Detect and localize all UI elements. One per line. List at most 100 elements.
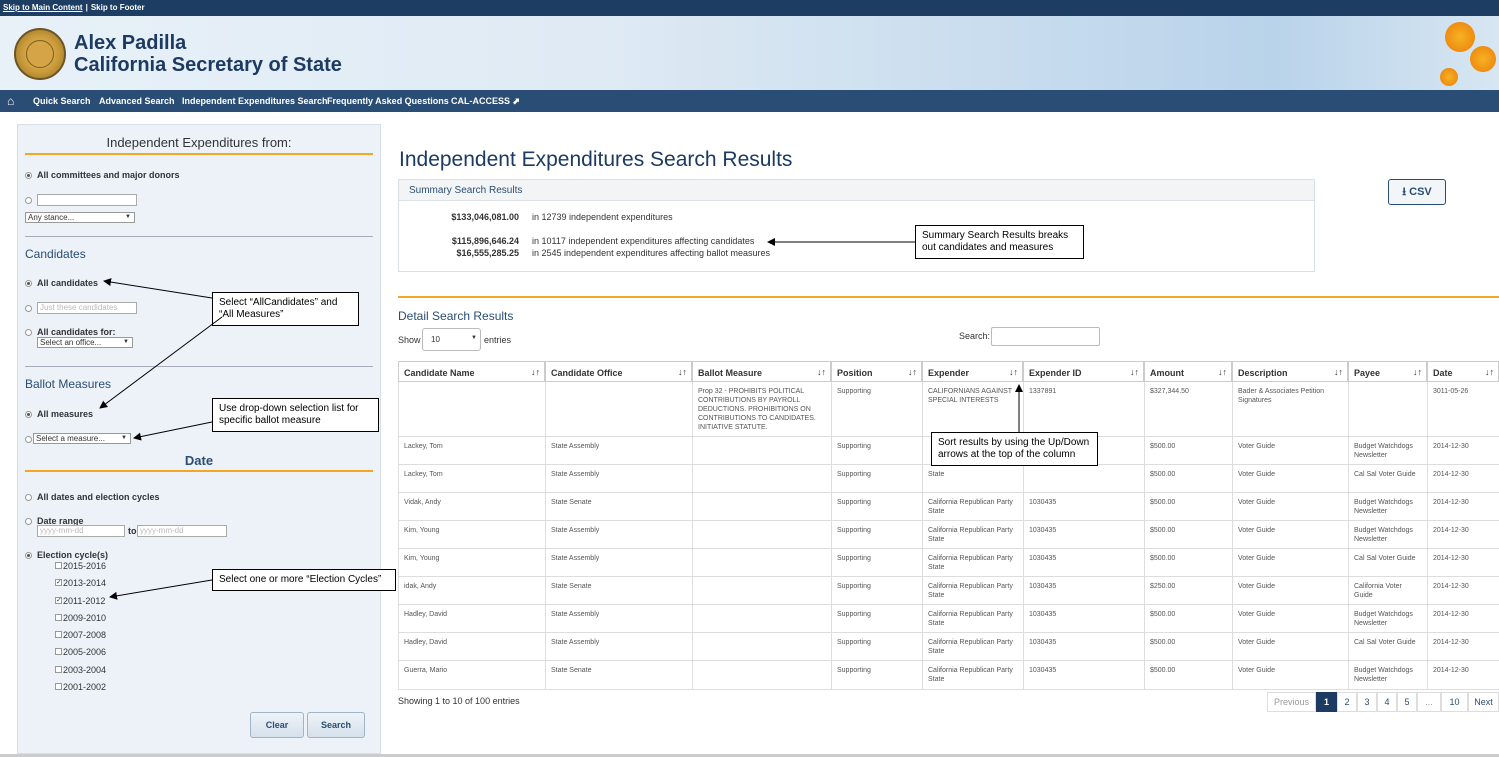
nav-faq[interactable]: Frequently Asked Questions — [327, 96, 449, 106]
sort-arrows-icon[interactable]: ↓↑ — [531, 367, 540, 377]
cycle-checkbox[interactable] — [55, 614, 62, 621]
pager-page[interactable]: 10 — [1441, 692, 1468, 712]
table-cell: 2014-12-30 — [1427, 437, 1499, 465]
cycle-checkbox[interactable] — [55, 683, 62, 690]
committee-input[interactable] — [37, 194, 137, 206]
table-cell: 2014-12-30 — [1427, 633, 1499, 661]
just-these-candidates-radio[interactable] — [25, 305, 32, 312]
column-header[interactable]: Candidate Name ↓↑ — [398, 361, 545, 382]
table-cell: State Senate — [545, 493, 692, 521]
specific-committee-radio[interactable] — [25, 197, 32, 204]
pager-page[interactable]: 4 — [1377, 692, 1397, 712]
table-row: Vidak, Andy State Senate Supporting Califor… — [398, 493, 1499, 521]
title-underline — [25, 153, 373, 155]
search-button[interactable]: Search — [307, 712, 365, 738]
sort-arrows-icon[interactable]: ↓↑ — [678, 367, 687, 377]
cycle-checkbox[interactable] — [55, 648, 62, 655]
just-these-candidates-input[interactable]: Just these candidates — [37, 302, 137, 314]
all-committees-label: All committees and major donors — [37, 170, 180, 180]
table-cell: State Assembly — [545, 465, 692, 493]
sort-arrows-icon[interactable]: ↓↑ — [817, 367, 826, 377]
clear-button[interactable]: Clear — [250, 712, 304, 738]
table-cell: State Senate — [545, 577, 692, 605]
date-from-input[interactable]: yyyy-mm-dd — [37, 525, 125, 537]
pager-page[interactable]: 1 — [1316, 692, 1337, 712]
column-header[interactable]: Candidate Office ↓↑ — [545, 361, 692, 382]
all-candidates-for-radio[interactable] — [25, 329, 32, 336]
date-range-radio[interactable] — [25, 518, 32, 525]
office-select[interactable]: Select an office... ▼ — [37, 337, 133, 348]
table-row: Guerra, Mario State Senate Supporting Calif… — [398, 661, 1499, 690]
measure-select[interactable]: Select a measure... ▼ — [33, 433, 131, 444]
table-cell: 1030435 — [1023, 633, 1144, 661]
election-cycles-label: Election cycle(s) — [37, 550, 109, 560]
skip-to-footer-link[interactable]: Skip to Footer — [91, 3, 145, 12]
nav-cal-access[interactable]: CAL-ACCESS ⬈ — [451, 96, 520, 107]
column-header[interactable]: Payee ↓↑ — [1348, 361, 1427, 382]
cycle-checkbox[interactable] — [55, 666, 62, 673]
column-header[interactable]: Amount ↓↑ — [1144, 361, 1232, 382]
ballot-measures-heading: Ballot Measures — [25, 377, 112, 391]
table-cell — [692, 577, 831, 605]
table-cell: California Republican Party State — [922, 633, 1023, 661]
home-icon[interactable]: ⌂ — [7, 94, 14, 108]
table-cell: 1030435 — [1023, 521, 1144, 549]
all-candidates-radio[interactable] — [25, 280, 32, 287]
table-cell: Bader & Associates Petition Signatures — [1232, 382, 1348, 437]
pager-page[interactable]: 2 — [1337, 692, 1357, 712]
pager-previous[interactable]: Previous — [1267, 692, 1316, 712]
cycle-checkbox[interactable] — [55, 562, 62, 569]
pager-page[interactable]: 5 — [1397, 692, 1417, 712]
election-cycles-radio[interactable] — [25, 552, 32, 559]
table-cell: Hadley, David — [398, 605, 545, 633]
date-heading: Date — [184, 453, 214, 468]
date-to-input[interactable]: yyyy-mm-dd — [137, 525, 227, 537]
column-header[interactable]: Position ↓↑ — [831, 361, 922, 382]
specific-measure-radio[interactable] — [25, 436, 32, 443]
cycle-checkbox[interactable]: ✓ — [55, 579, 62, 586]
column-header[interactable]: Expender ↓↑ — [922, 361, 1023, 382]
sort-arrows-icon[interactable]: ↓↑ — [1413, 367, 1422, 377]
nav-quick-search[interactable]: Quick Search — [33, 96, 91, 106]
table-row: Lackey, Tom State Assembly Supporting State… — [398, 465, 1499, 493]
table-cell: 2014-12-30 — [1427, 521, 1499, 549]
table-cell: Kim, Young — [398, 521, 545, 549]
column-header-label: Date — [1433, 368, 1453, 378]
table-search-input[interactable] — [991, 327, 1100, 346]
stance-select[interactable]: Any stance... ▼ — [25, 212, 135, 223]
sort-arrows-icon[interactable]: ↓↑ — [1485, 367, 1494, 377]
csv-download-button[interactable]: ⭳ CSV — [1388, 179, 1446, 205]
column-header[interactable]: Date ↓↑ — [1427, 361, 1499, 382]
entries-select[interactable]: 10 ▼ — [422, 328, 481, 351]
cycle-checkbox[interactable]: ✓ — [55, 597, 62, 604]
table-cell: State Assembly — [545, 605, 692, 633]
table-cell: Supporting — [831, 382, 922, 437]
all-dates-radio[interactable] — [25, 494, 32, 501]
table-row: Kim, Young State Assembly Supporting Califo… — [398, 549, 1499, 577]
table-row: idak, Andy State Senate Supporting Californ… — [398, 577, 1499, 605]
all-measures-radio[interactable] — [25, 411, 32, 418]
cycle-checkbox[interactable] — [55, 631, 62, 638]
column-header[interactable]: Expender ID ↓↑ — [1023, 361, 1144, 382]
nav-advanced-search[interactable]: Advanced Search — [99, 96, 175, 106]
column-header[interactable]: Ballot Measure ↓↑ — [692, 361, 831, 382]
sort-arrows-icon[interactable]: ↓↑ — [908, 367, 917, 377]
pager-page[interactable]: 3 — [1357, 692, 1377, 712]
table-cell: Supporting — [831, 465, 922, 493]
sort-arrows-icon[interactable]: ↓↑ — [1009, 367, 1018, 377]
sort-arrows-icon[interactable]: ↓↑ — [1130, 367, 1139, 377]
pager-next[interactable]: Next — [1468, 692, 1499, 712]
table-cell: Lackey, Tom — [398, 437, 545, 465]
column-header[interactable]: Description ↓↑ — [1232, 361, 1348, 382]
sort-arrows-icon[interactable]: ↓↑ — [1218, 367, 1227, 377]
sort-arrows-icon[interactable]: ↓↑ — [1334, 367, 1343, 377]
all-committees-radio[interactable] — [25, 172, 32, 179]
column-header-label: Payee — [1354, 368, 1381, 378]
cycle-label: 2001-2002 — [63, 682, 107, 692]
nav-ie-search[interactable]: Independent Expenditures Search — [182, 96, 328, 106]
skip-to-main-link[interactable]: Skip to Main Content — [3, 3, 83, 12]
column-header-label: Description — [1238, 368, 1288, 378]
showing-entries: Showing 1 to 10 of 100 entries — [398, 696, 520, 706]
all-dates-label: All dates and election cycles — [37, 492, 160, 502]
table-cell: State — [922, 465, 1023, 493]
